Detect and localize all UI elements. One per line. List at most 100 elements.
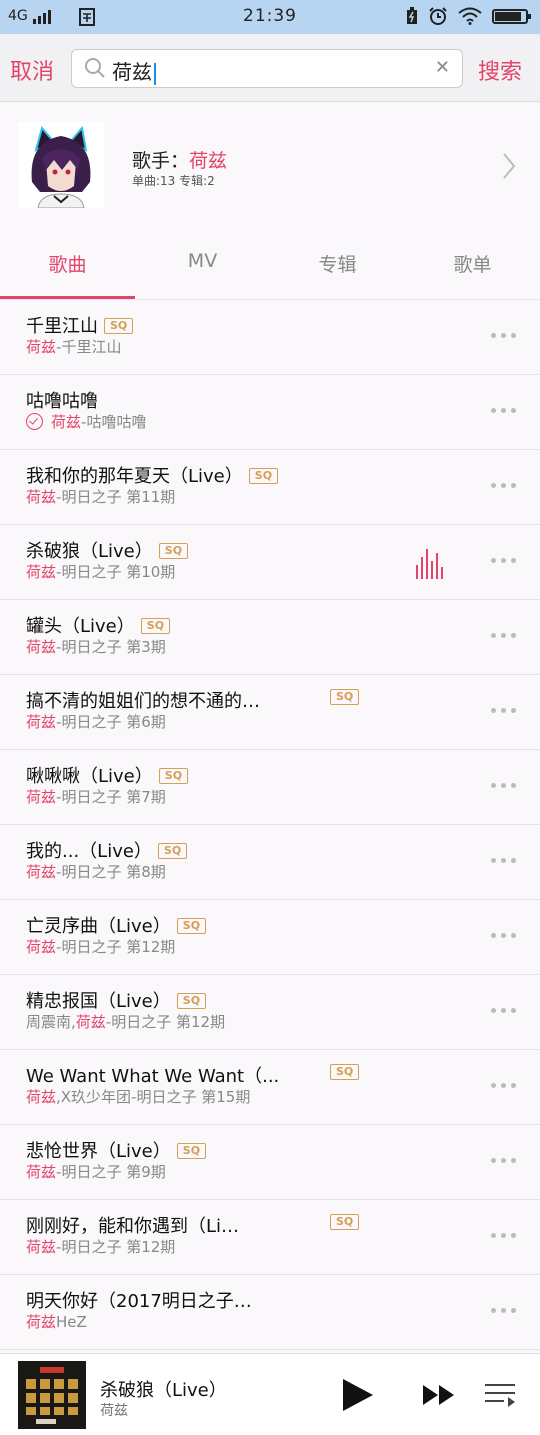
sq-badge: SQ bbox=[176, 1143, 207, 1159]
more-options-icon[interactable] bbox=[491, 633, 516, 638]
result-tabs: 歌曲 MV 专辑 歌单 bbox=[0, 228, 540, 300]
song-list: 千里江山 SQ 荷兹-千里江山 咕噜咕噜 荷兹-咕噜咕噜 我和你的那年夏天（Live） SQ… bbox=[0, 300, 540, 1350]
song-subtitle: 荷兹HeZ bbox=[26, 1311, 87, 1332]
more-options-icon[interactable] bbox=[491, 933, 516, 938]
song-subtitle: 荷兹-明日之子 第9期 bbox=[26, 1161, 166, 1182]
song-artist-alias: HeZ bbox=[56, 1313, 87, 1331]
song-row[interactable]: 我和你的那年夏天（Live） SQ 荷兹-明日之子 第11期 bbox=[0, 450, 540, 525]
song-row[interactable]: 精忠报国（Live） SQ 周震南,荷兹-明日之子 第12期 bbox=[0, 975, 540, 1050]
song-subtitle: 荷兹-明日之子 第10期 bbox=[26, 561, 175, 582]
song-title: 杀破狼（Live） SQ bbox=[26, 537, 189, 563]
song-album: 咕噜咕噜 bbox=[86, 413, 147, 431]
now-playing-artist: 荷兹 bbox=[100, 1403, 128, 1419]
sq-badge: SQ bbox=[157, 843, 188, 859]
song-title-text: 亡灵序曲（Live） bbox=[26, 916, 171, 937]
song-title: 千里江山 SQ bbox=[26, 312, 134, 338]
song-album: 明日之子 第12期 bbox=[111, 1013, 226, 1031]
battery-saver-icon bbox=[407, 7, 417, 24]
song-title: 悲怆世界（Live） SQ bbox=[26, 1137, 207, 1163]
next-track-icon[interactable] bbox=[422, 1384, 456, 1406]
song-title: 我和你的那年夏天（Live） SQ bbox=[26, 462, 279, 488]
mini-player[interactable]: 杀破狼（Live） 荷兹 bbox=[0, 1353, 540, 1435]
song-subtitle: 荷兹-咕噜咕噜 bbox=[26, 411, 146, 432]
downloaded-check-icon bbox=[26, 413, 43, 430]
cancel-button[interactable]: 取消 bbox=[10, 54, 54, 86]
song-artist: 荷兹 bbox=[26, 938, 57, 956]
status-bar: 4G 21:39 bbox=[0, 0, 540, 34]
song-artist: 荷兹 bbox=[26, 713, 57, 731]
more-options-icon[interactable] bbox=[491, 408, 516, 413]
song-subtitle: 荷兹-明日之子 第6期 bbox=[26, 711, 166, 732]
more-options-icon[interactable] bbox=[491, 708, 516, 713]
song-row[interactable]: 刚刚好，能和你遇到（Li… SQ 荷兹-明日之子 第12期 bbox=[0, 1200, 540, 1275]
song-title: 我的...（Live） SQ bbox=[26, 837, 188, 863]
search-icon bbox=[85, 58, 105, 78]
song-title: 亡灵序曲（Live） SQ bbox=[26, 912, 207, 938]
sq-badge: SQ bbox=[140, 618, 171, 634]
song-album: 明日之子 第6期 bbox=[61, 713, 166, 731]
more-options-icon[interactable] bbox=[491, 333, 516, 338]
search-button[interactable]: 搜索 bbox=[478, 54, 522, 86]
song-artist: 荷兹 bbox=[26, 863, 57, 881]
more-options-icon[interactable] bbox=[491, 1233, 516, 1238]
song-row[interactable]: 悲怆世界（Live） SQ 荷兹-明日之子 第9期 bbox=[0, 1125, 540, 1200]
song-row[interactable]: 罐头（Live） SQ 荷兹-明日之子 第3期 bbox=[0, 600, 540, 675]
song-title: We Want What We Want（... bbox=[26, 1062, 279, 1088]
song-artist: 荷兹 bbox=[26, 788, 57, 806]
song-row[interactable]: 我的...（Live） SQ 荷兹-明日之子 第8期 bbox=[0, 825, 540, 900]
song-row[interactable]: 明天你好（2017明日之子… 荷兹HeZ bbox=[0, 1275, 540, 1350]
sq-badge: SQ bbox=[158, 543, 189, 559]
playlist-icon[interactable] bbox=[484, 1382, 516, 1408]
tab-songs[interactable]: 歌曲 bbox=[0, 250, 135, 277]
sq-badge: SQ bbox=[330, 689, 360, 705]
song-row[interactable]: We Want What We Want（... SQ 荷兹,X玖少年团-明日之子 … bbox=[0, 1050, 540, 1125]
play-icon[interactable] bbox=[341, 1378, 375, 1412]
text-cursor bbox=[154, 62, 156, 85]
more-options-icon[interactable] bbox=[491, 558, 516, 563]
song-title: 罐头（Live） SQ bbox=[26, 612, 171, 638]
more-options-icon[interactable] bbox=[491, 1008, 516, 1013]
artist-avatar bbox=[18, 122, 104, 208]
song-album: 明日之子 第9期 bbox=[61, 1163, 166, 1181]
song-title-text: 啾啾啾（Live） bbox=[26, 766, 153, 787]
song-row[interactable]: 啾啾啾（Live） SQ 荷兹-明日之子 第7期 bbox=[0, 750, 540, 825]
more-options-icon[interactable] bbox=[491, 858, 516, 863]
song-album: 明日之子 第3期 bbox=[61, 638, 166, 656]
song-row[interactable]: 千里江山 SQ 荷兹-千里江山 bbox=[0, 300, 540, 375]
artist-card[interactable]: 歌手：荷兹 单曲:13 专辑:2 bbox=[0, 102, 540, 228]
clear-icon[interactable]: ✕ bbox=[435, 57, 450, 78]
sq-badge: SQ bbox=[248, 468, 279, 484]
search-query: 荷兹 bbox=[112, 60, 152, 84]
sq-badge: SQ bbox=[176, 918, 207, 934]
search-input[interactable]: 荷兹 ✕ bbox=[71, 49, 463, 88]
song-artist: 荷兹 bbox=[75, 1013, 106, 1031]
song-subtitle: 荷兹-明日之子 第12期 bbox=[26, 1236, 175, 1257]
artist-name-line: 歌手：荷兹 bbox=[132, 146, 227, 173]
now-playing-title: 杀破狼（Live） bbox=[100, 1380, 227, 1401]
more-options-icon[interactable] bbox=[491, 483, 516, 488]
song-title-text: 精忠报国（Live） bbox=[26, 991, 171, 1012]
song-title-text: 悲怆世界（Live） bbox=[26, 1141, 171, 1162]
song-subtitle: 荷兹-明日之子 第11期 bbox=[26, 486, 175, 507]
song-title: 刚刚好，能和你遇到（Li… bbox=[26, 1212, 239, 1238]
song-subtitle: 荷兹,X玖少年团-明日之子 第15期 bbox=[26, 1086, 250, 1107]
song-row[interactable]: 杀破狼（Live） SQ 荷兹-明日之子 第10期 bbox=[0, 525, 540, 600]
song-subtitle: 荷兹-明日之子 第12期 bbox=[26, 936, 175, 957]
song-row[interactable]: 咕噜咕噜 荷兹-咕噜咕噜 bbox=[0, 375, 540, 450]
more-options-icon[interactable] bbox=[491, 783, 516, 788]
song-title: 咕噜咕噜 bbox=[26, 387, 98, 413]
tab-albums[interactable]: 专辑 bbox=[270, 250, 405, 277]
more-options-icon[interactable] bbox=[491, 1083, 516, 1088]
song-subtitle: 荷兹-明日之子 第3期 bbox=[26, 636, 166, 657]
song-row[interactable]: 搞不清的姐姐们的想不通的… SQ 荷兹-明日之子 第6期 bbox=[0, 675, 540, 750]
sq-badge: SQ bbox=[158, 768, 189, 784]
sq-badge: SQ bbox=[330, 1064, 360, 1080]
tab-mv[interactable]: MV bbox=[135, 250, 270, 272]
more-options-icon[interactable] bbox=[491, 1158, 516, 1163]
song-row[interactable]: 亡灵序曲（Live） SQ 荷兹-明日之子 第12期 bbox=[0, 900, 540, 975]
album-cover[interactable] bbox=[18, 1361, 86, 1429]
more-options-icon[interactable] bbox=[491, 1308, 516, 1313]
song-subtitle: 荷兹-明日之子 第7期 bbox=[26, 786, 166, 807]
tab-playlists[interactable]: 歌单 bbox=[405, 250, 540, 277]
song-subtitle: 周震南,荷兹-明日之子 第12期 bbox=[26, 1011, 225, 1032]
